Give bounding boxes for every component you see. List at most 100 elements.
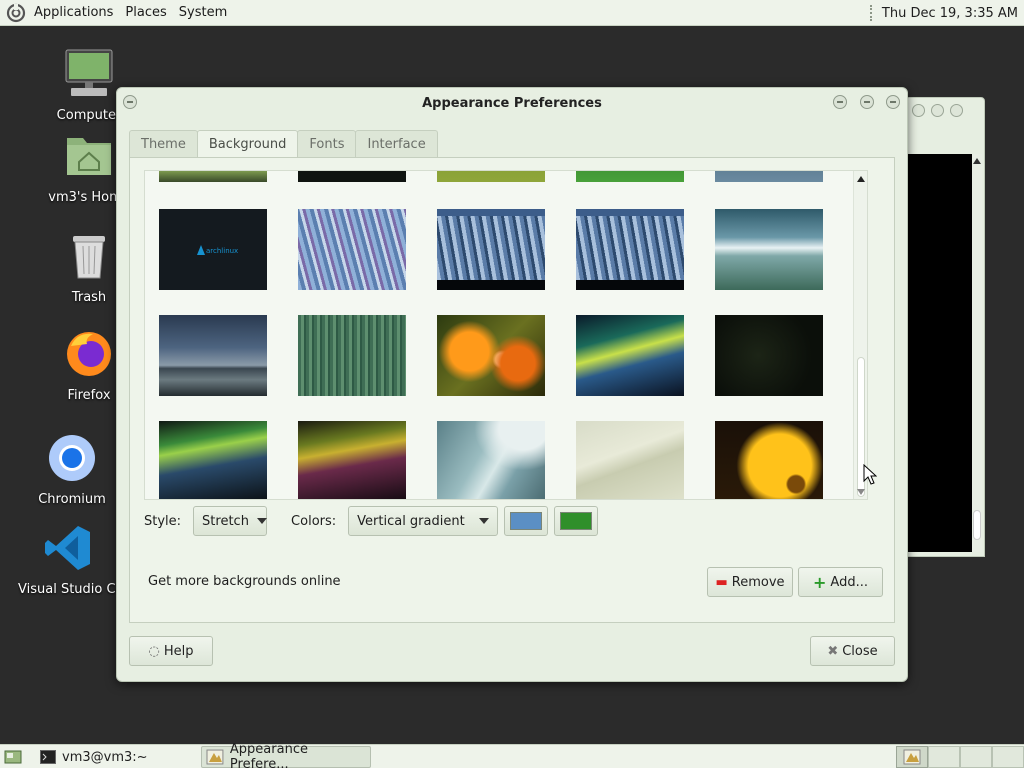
primary-color-swatch xyxy=(510,512,543,530)
remove-button[interactable]: ▬ Remove xyxy=(707,567,793,597)
style-value: Stretch xyxy=(202,513,249,529)
show-desktop-icon[interactable] xyxy=(4,749,22,765)
add-icon: + xyxy=(813,572,827,592)
taskbar-item-label: vm3@vm3:~ xyxy=(62,749,148,765)
desktop-icon-label: Chromium xyxy=(38,492,106,507)
chromium-icon xyxy=(49,435,95,481)
tab-theme[interactable]: Theme xyxy=(129,130,198,158)
maximize-icon[interactable] xyxy=(860,95,874,109)
dialog-title: Appearance Preferences xyxy=(422,96,602,111)
workspace-3[interactable] xyxy=(960,746,992,768)
colors-dropdown[interactable]: Vertical gradient xyxy=(348,506,499,536)
wallpaper-gallery[interactable]: archlinux xyxy=(144,170,868,500)
desktop-icon-chromium[interactable]: Chromium xyxy=(17,432,127,507)
tab-background[interactable]: Background xyxy=(196,130,299,158)
remove-button-label: Remove xyxy=(731,574,785,590)
workspace-4[interactable] xyxy=(992,746,1024,768)
wallpaper-thumbnail[interactable] xyxy=(715,315,823,396)
wallpaper-thumbnail[interactable] xyxy=(437,171,545,182)
menu-places[interactable]: Places xyxy=(119,5,172,20)
style-colors-row: Style: Stretch Colors: Vertical gradient xyxy=(144,506,884,536)
firefox-icon xyxy=(67,332,111,376)
wallpaper-thumbnail[interactable] xyxy=(298,209,406,290)
scroll-thumb[interactable] xyxy=(973,510,981,540)
gallery-scrollbar[interactable] xyxy=(853,171,867,499)
close-icon[interactable] xyxy=(886,95,900,109)
wallpaper-thumbnail[interactable] xyxy=(576,421,684,499)
tab-fonts[interactable]: Fonts xyxy=(297,130,357,158)
taskbar-item-label: Appearance Prefere... xyxy=(229,742,308,768)
appearance-preferences-dialog: Appearance Preferences Theme Background … xyxy=(116,87,908,682)
minimize-icon[interactable] xyxy=(833,95,847,109)
appearance-icon xyxy=(206,749,224,765)
close-button-label: Close xyxy=(842,643,878,659)
mouse-cursor-icon xyxy=(863,464,877,485)
style-dropdown[interactable]: Stretch xyxy=(193,506,268,536)
wallpaper-thumbnail[interactable] xyxy=(437,209,545,290)
background-tab-panel: archlinux Style: Stretch Colors: Vertica… xyxy=(129,157,895,623)
wallpaper-thumbnail[interactable] xyxy=(576,315,684,396)
wallpaper-thumbnail[interactable] xyxy=(437,421,545,499)
trash-icon xyxy=(73,236,105,279)
get-more-backgrounds-link[interactable]: Get more backgrounds online xyxy=(148,574,341,589)
colors-label: Colors: xyxy=(291,513,337,529)
help-icon: ◌ xyxy=(148,643,160,659)
scroll-down-icon[interactable] xyxy=(857,489,865,495)
workspace-switcher[interactable] xyxy=(896,746,1024,768)
computer-icon xyxy=(65,49,113,96)
clock[interactable]: Thu Dec 19, 3:35 AM xyxy=(882,6,1018,21)
wallpaper-thumbnail[interactable] xyxy=(159,421,267,499)
panel-separator xyxy=(869,5,874,21)
archlinux-logo: archlinux xyxy=(197,245,238,255)
desktop-icon-vscode[interactable]: Visual Studio Code xyxy=(18,522,118,597)
vscode-icon xyxy=(45,526,90,570)
menu-system[interactable]: System xyxy=(173,5,233,20)
chevron-down-icon xyxy=(479,518,490,524)
wallpaper-thumbnail[interactable] xyxy=(715,171,823,182)
svg-text:archlinux: archlinux xyxy=(206,247,238,255)
minimize-icon[interactable] xyxy=(912,104,925,117)
chevron-down-icon xyxy=(256,518,267,524)
workspace-2[interactable] xyxy=(928,746,960,768)
scroll-up-icon[interactable] xyxy=(857,176,865,182)
colors-value: Vertical gradient xyxy=(357,513,465,529)
home-folder-icon xyxy=(67,138,111,175)
help-button-label: Help xyxy=(163,643,194,659)
top-panel: Applications Places System Thu Dec 19, 3… xyxy=(0,0,1024,26)
wallpaper-thumbnail[interactable] xyxy=(576,209,684,290)
appearance-icon xyxy=(903,749,921,765)
tab-bar: Theme Background Fonts Interface xyxy=(129,130,438,158)
wallpaper-thumbnail[interactable] xyxy=(159,171,267,182)
wallpaper-thumbnail[interactable] xyxy=(437,315,545,396)
secondary-color-swatch xyxy=(560,512,593,530)
wallpaper-thumbnail[interactable] xyxy=(576,171,684,182)
help-button[interactable]: ◌ Help xyxy=(129,636,213,666)
secondary-color-button[interactable] xyxy=(554,506,599,536)
terminal-scrollbar[interactable] xyxy=(972,154,982,552)
close-icon[interactable] xyxy=(950,104,963,117)
style-label: Style: xyxy=(144,513,182,529)
maximize-icon[interactable] xyxy=(931,104,944,117)
distro-logo-icon[interactable] xyxy=(6,3,26,23)
wallpaper-thumbnail-archlinux[interactable]: archlinux xyxy=(159,209,267,290)
wallpaper-thumbnail[interactable] xyxy=(298,171,406,182)
workspace-1[interactable] xyxy=(896,746,928,768)
scroll-up-icon[interactable] xyxy=(973,158,981,164)
taskbar-item-appearance[interactable]: Appearance Prefere... xyxy=(201,742,371,768)
primary-color-button[interactable] xyxy=(504,506,549,536)
tab-interface[interactable]: Interface xyxy=(355,130,438,158)
wallpaper-thumbnail[interactable] xyxy=(715,209,823,290)
add-button[interactable]: + Add... xyxy=(798,567,883,597)
taskbar-item-terminal[interactable]: vm3@vm3:~ xyxy=(36,746,196,768)
wallpaper-thumbnail[interactable] xyxy=(159,315,267,396)
wallpaper-thumbnail[interactable] xyxy=(715,421,823,499)
background-terminal-window[interactable] xyxy=(905,97,985,557)
add-button-label: Add... xyxy=(830,574,868,590)
wallpaper-thumbnail[interactable] xyxy=(298,315,406,396)
menu-applications[interactable]: Applications xyxy=(28,5,119,20)
close-button[interactable]: ✖ Close xyxy=(810,636,895,666)
wallpaper-thumbnail[interactable] xyxy=(298,421,406,499)
close-icon: ✖ xyxy=(827,643,839,659)
terminal-area[interactable] xyxy=(908,154,974,552)
bottom-panel: vm3@vm3:~ Appearance Prefere... xyxy=(0,742,1024,768)
